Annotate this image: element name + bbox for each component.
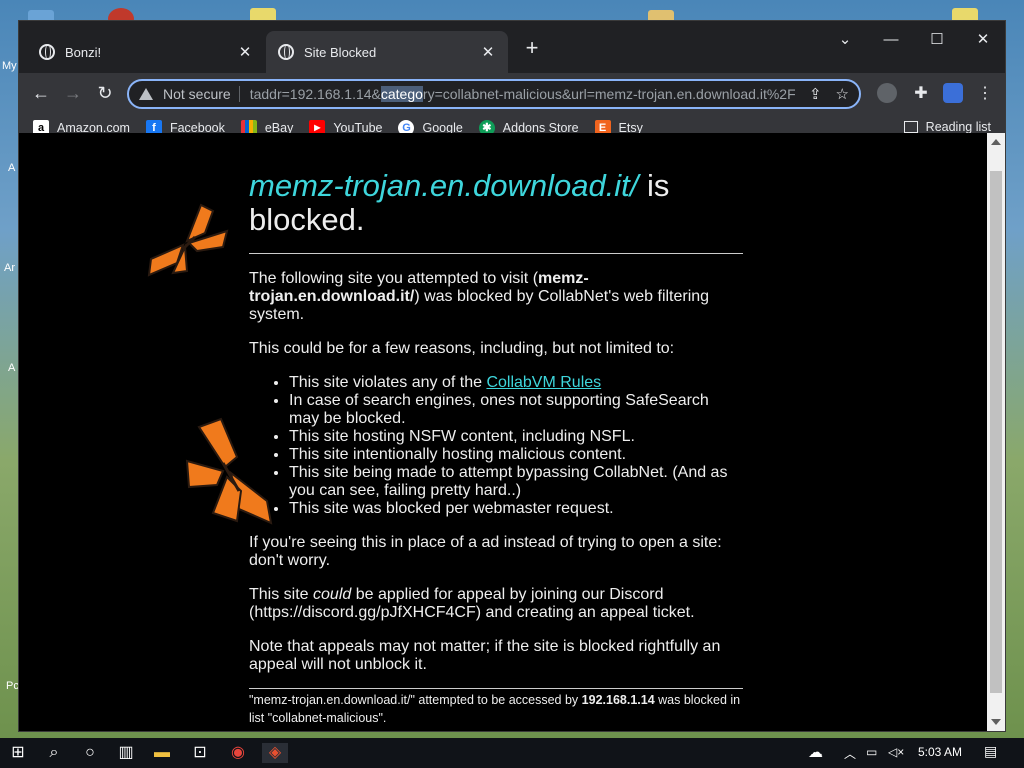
close-tab-icon[interactable]: ✕ — [480, 43, 496, 61]
notification-icon[interactable]: ▤ — [984, 743, 997, 760]
volume-muted-icon[interactable]: ◁× — [888, 745, 904, 759]
warning-icon[interactable] — [139, 88, 153, 100]
list-item: This site intentionally hosting maliciou… — [289, 446, 743, 464]
taskbar: ⊞ ⌕ ○ ▥ ▬ ⊡ ◉ ◈ ☁ ︿ ▭ ◁× 5:03 AM ▤ — [0, 738, 1024, 768]
vertical-scrollbar[interactable] — [987, 133, 1005, 731]
tab-bonzi[interactable]: Bonzi! ✕ — [27, 31, 265, 73]
list-item: In case of search engines, ones not supp… — [289, 392, 743, 428]
globe-icon — [278, 44, 294, 60]
divider — [238, 86, 240, 102]
list-item: This site violates any of the CollabVM R… — [289, 374, 743, 392]
globe-icon — [39, 44, 55, 60]
chevron-up-icon[interactable]: ︿ — [844, 745, 856, 762]
windows-start-icon[interactable]: ⊞ — [8, 743, 28, 763]
text: "memz-trojan.en.download.it/" attempted … — [249, 693, 582, 707]
puzzle-icon[interactable]: ✚ — [911, 83, 931, 103]
text: The following site you attempted to visi… — [249, 270, 539, 287]
forward-button[interactable]: → — [59, 79, 87, 107]
reading-list-button[interactable]: Reading list — [903, 120, 991, 134]
back-button[interactable]: ← — [27, 79, 55, 107]
onedrive-cloud-icon[interactable]: ☁ — [808, 743, 823, 761]
tab-title: Bonzi! — [65, 44, 102, 60]
close-tab-icon[interactable]: ✕ — [237, 43, 253, 61]
toolbar: ← → ↻ Not secure taddr=192.168.1.14&cate… — [19, 73, 1005, 113]
new-tab-button[interactable]: + — [518, 35, 546, 63]
butterfly-icon — [147, 203, 229, 277]
footer-ip: 192.168.1.14 — [581, 693, 655, 707]
desktop-label: A — [8, 162, 16, 174]
scrollbar-thumb[interactable] — [990, 171, 1002, 693]
scroll-down-icon[interactable] — [991, 719, 1001, 725]
reasons-list: This site violates any of the CollabVM R… — [289, 374, 743, 518]
task-view-icon[interactable]: ▥ — [116, 743, 136, 763]
text: This site — [249, 586, 314, 603]
collabvm-rules-link[interactable]: CollabVM Rules — [486, 374, 601, 391]
desktop-label: Pc — [6, 680, 19, 692]
reasons-intro: This could be for a few reasons, includi… — [249, 340, 675, 357]
close-window-button[interactable]: ✕ — [960, 25, 1005, 55]
file-explorer-icon[interactable]: ▬ — [152, 743, 172, 763]
desktop-label: A — [8, 362, 16, 374]
tab-search-chevron-icon[interactable]: ⌄ — [822, 25, 868, 55]
star-icon[interactable]: ☆ — [836, 85, 849, 103]
blocked-page: memz-trojan.en.download.it/ is blocked. … — [249, 169, 743, 727]
reload-button[interactable]: ↻ — [91, 79, 119, 107]
footer-note: "memz-trojan.en.download.it/" attempted … — [249, 688, 743, 727]
desktop-label: Ar — [4, 262, 15, 274]
page-content: memz-trojan.en.download.it/ is blocked. … — [19, 133, 989, 731]
store-icon[interactable]: ⊡ — [190, 743, 210, 763]
cortana-icon[interactable]: ○ — [80, 743, 100, 763]
tab-site-blocked[interactable]: Site Blocked ✕ — [266, 31, 508, 73]
app-icon[interactable]: ◈ — [262, 743, 288, 763]
url-text[interactable]: taddr=192.168.1.14&category=collabnet-ma… — [250, 86, 795, 102]
chrome-icon[interactable]: ◉ — [228, 743, 248, 763]
ad-note: If you're seeing this in place of a ad i… — [249, 534, 722, 569]
tab-title: Site Blocked — [304, 44, 377, 60]
menu-icon[interactable]: ⋮ — [975, 83, 995, 103]
browser-window: Bonzi! ✕ Site Blocked ✕ + ⌄ — ☐ ✕ ← → ↻ … — [18, 20, 1006, 732]
text: could — [313, 586, 352, 603]
divider — [249, 253, 743, 254]
maximize-button[interactable]: ☐ — [914, 25, 960, 55]
minimize-button[interactable]: — — [868, 25, 914, 55]
clock[interactable]: 5:03 AM — [918, 745, 962, 759]
url-selection: catego — [380, 86, 423, 102]
share-icon[interactable]: ⇪ — [809, 85, 822, 103]
blocked-site: memz-trojan.en.download.it/ — [249, 168, 639, 203]
address-bar[interactable]: Not secure taddr=192.168.1.14&category=c… — [127, 79, 861, 109]
adblock-extension-icon[interactable] — [877, 83, 897, 103]
tab-strip: Bonzi! ✕ Site Blocked ✕ + ⌄ — ☐ ✕ — [19, 21, 1005, 73]
scroll-up-icon[interactable] — [991, 139, 1001, 145]
search-icon[interactable]: ⌕ — [44, 743, 64, 763]
list-item: This site being made to attempt bypassin… — [289, 464, 743, 500]
network-icon[interactable]: ▭ — [866, 745, 877, 759]
list-item: This site hosting NSFW content, includin… — [289, 428, 743, 446]
desktop-label: My — [2, 60, 17, 72]
reading-list-label: Reading list — [925, 120, 991, 134]
url-part: ry=collabnet-malicious&url=memz-trojan.e… — [422, 86, 795, 102]
appeal-paragraph: This site could be applied for appeal by… — [249, 586, 743, 622]
page-title: memz-trojan.en.download.it/ is blocked. — [249, 169, 743, 237]
list-item: This site was blocked per webmaster requ… — [289, 500, 743, 518]
shield-extension-icon[interactable] — [943, 83, 963, 103]
text: This site violates any of the — [289, 374, 487, 391]
appeal-note: Note that appeals may not matter; if the… — [249, 638, 721, 673]
intro-paragraph: The following site you attempted to visi… — [249, 270, 743, 324]
security-label[interactable]: Not secure — [163, 86, 231, 102]
reading-list-icon — [903, 121, 918, 133]
url-part: taddr=192.168.1.14& — [249, 86, 381, 102]
